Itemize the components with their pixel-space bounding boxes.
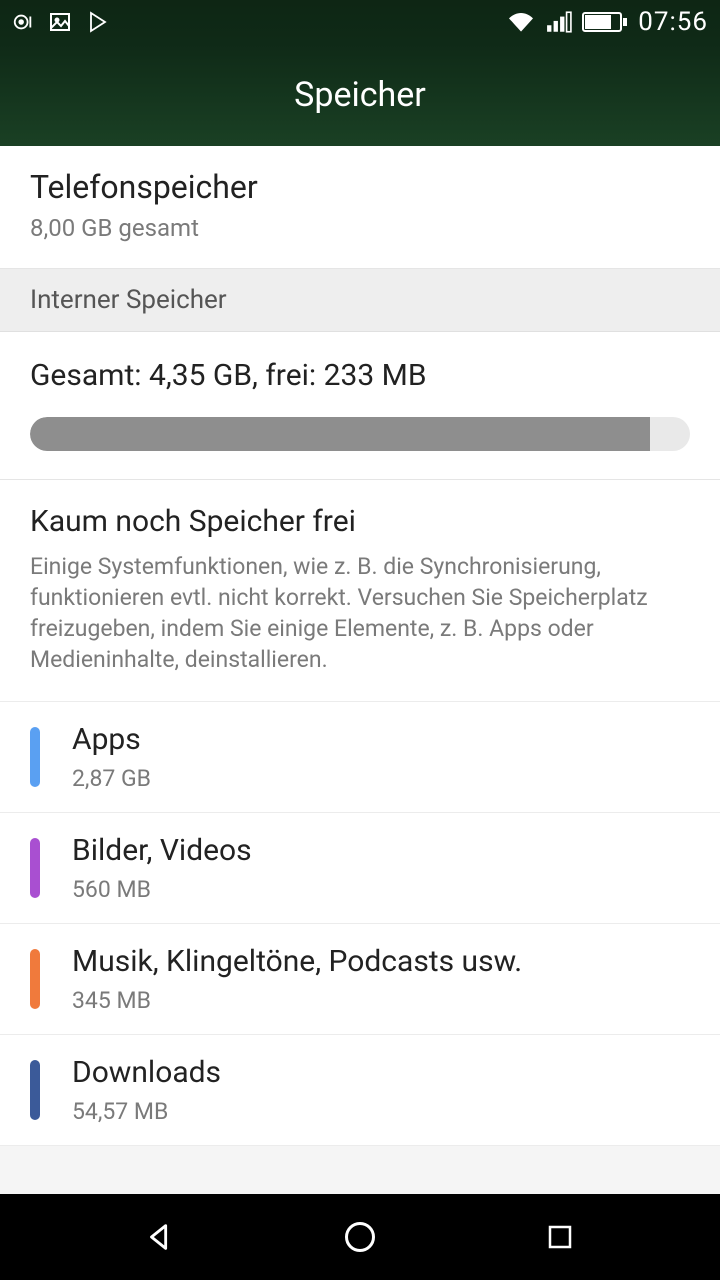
- storage-category-row[interactable]: Musik, Klingeltöne, Podcasts usw. 345 MB: [0, 924, 720, 1035]
- category-size: 2,87 GB: [72, 765, 151, 792]
- category-color-bar: [30, 949, 40, 1009]
- wifi-icon: [506, 10, 536, 34]
- low-storage-warning: Kaum noch Speicher frei Einige Systemfun…: [0, 480, 720, 702]
- internal-storage-subheader: Interner Speicher: [0, 269, 720, 332]
- category-color-bar: [30, 727, 40, 787]
- storage-category-row[interactable]: Bilder, Videos 560 MB: [0, 813, 720, 924]
- category-size: 54,57 MB: [72, 1098, 221, 1125]
- page-header: Speicher: [0, 44, 720, 146]
- status-bar: 07:56: [0, 0, 720, 44]
- category-label: Apps: [72, 722, 151, 757]
- warning-text: Einige Systemfunktionen, wie z. B. die S…: [30, 551, 690, 675]
- phone-storage-total: 8,00 GB gesamt: [30, 214, 690, 242]
- picture-icon: [48, 10, 72, 34]
- usage-summary: Gesamt: 4,35 GB, frei: 233 MB: [30, 358, 690, 393]
- record-icon: [12, 11, 34, 33]
- signal-icon: [546, 11, 572, 33]
- play-store-icon: [86, 10, 110, 34]
- content-scroll[interactable]: Telefonspeicher 8,00 GB gesamt Interner …: [0, 146, 720, 1194]
- storage-progress-fill: [30, 417, 650, 451]
- usage-card: Gesamt: 4,35 GB, frei: 233 MB: [0, 332, 720, 480]
- back-button[interactable]: [138, 1215, 182, 1259]
- battery-icon: [582, 11, 628, 33]
- category-color-bar: [30, 1060, 40, 1120]
- status-time: 07:56: [638, 7, 708, 37]
- storage-progress-bar: [30, 417, 690, 451]
- phone-storage-card[interactable]: Telefonspeicher 8,00 GB gesamt: [0, 146, 720, 269]
- category-label: Downloads: [72, 1055, 221, 1090]
- warning-title: Kaum noch Speicher frei: [30, 504, 690, 539]
- recent-apps-button[interactable]: [538, 1215, 582, 1259]
- page-title: Speicher: [294, 75, 426, 115]
- home-button[interactable]: [338, 1215, 382, 1259]
- navigation-bar: [0, 1194, 720, 1280]
- phone-storage-title: Telefonspeicher: [30, 168, 690, 206]
- category-size: 345 MB: [72, 987, 522, 1014]
- storage-category-row[interactable]: Apps 2,87 GB: [0, 702, 720, 813]
- category-label: Bilder, Videos: [72, 833, 252, 868]
- category-size: 560 MB: [72, 876, 252, 903]
- storage-category-row[interactable]: Downloads 54,57 MB: [0, 1035, 720, 1146]
- category-color-bar: [30, 838, 40, 898]
- category-label: Musik, Klingeltöne, Podcasts usw.: [72, 944, 522, 979]
